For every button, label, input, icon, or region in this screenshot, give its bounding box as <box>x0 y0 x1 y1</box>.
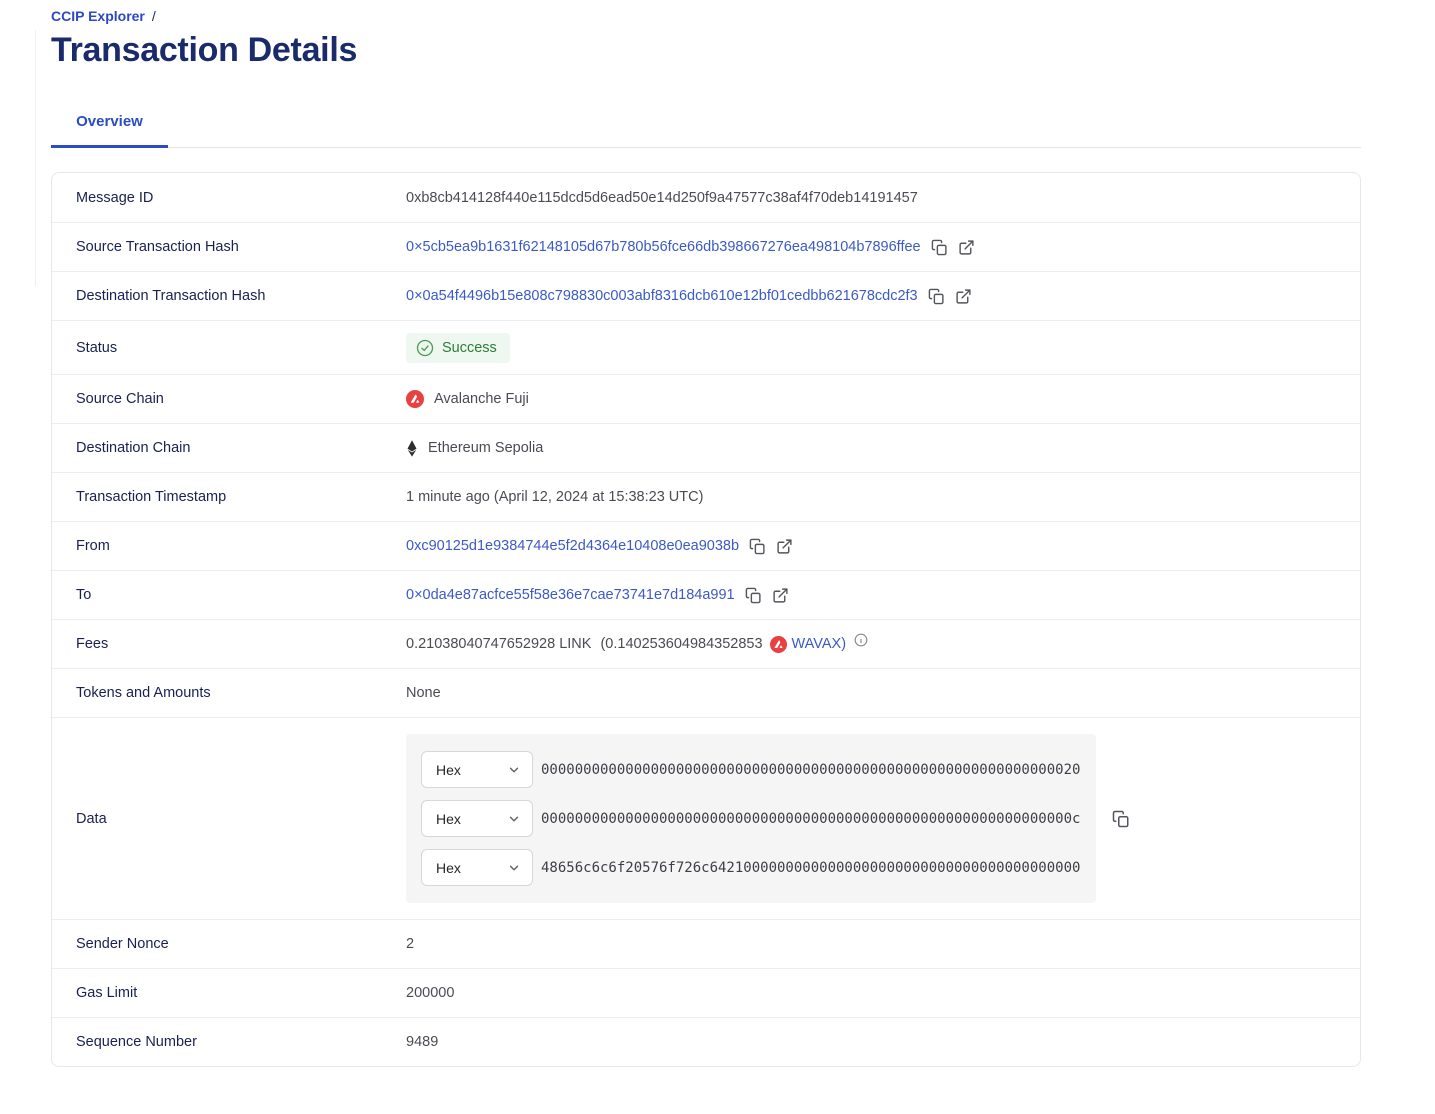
data-hex-line: Hex 48656c6c6f20576f726c6421000000000000… <box>421 849 1081 886</box>
row-sequence-number: Sequence Number 9489 <box>52 1017 1360 1066</box>
message-id-label: Message ID <box>76 190 406 206</box>
check-circle-icon <box>416 339 434 357</box>
fees-converted-amount: (0.140253604984352853 <box>600 636 762 652</box>
breadcrumb-link-ccip-explorer[interactable]: CCIP Explorer <box>51 8 145 24</box>
hex-format-select[interactable]: Hex <box>421 849 533 886</box>
data-hex-panel: Hex 000000000000000000000000000000000000… <box>406 734 1096 903</box>
row-from: From 0xc90125d1e9384744e5f2d4364e10408e0… <box>52 521 1360 570</box>
tab-overview-label: Overview <box>76 113 143 130</box>
external-link-icon <box>958 239 975 256</box>
status-badge-text: Success <box>442 340 497 356</box>
hex-format-selected-value: Hex <box>436 860 461 876</box>
breadcrumb-separator: / <box>152 8 156 24</box>
row-gas-limit: Gas Limit 200000 <box>52 968 1360 1017</box>
row-source-tx-hash: Source Transaction Hash 0×5cb5ea9b1631f6… <box>52 222 1360 271</box>
fees-amount: 0.21038040747652928 LINK <box>406 636 591 652</box>
open-source-tx-hash-button[interactable] <box>958 239 975 256</box>
sequence-number-value: 9489 <box>406 1034 438 1050</box>
row-status: Status Success <box>52 320 1360 374</box>
open-dest-tx-hash-button[interactable] <box>955 288 972 305</box>
source-tx-hash-link[interactable]: 0×5cb5ea9b1631f62148105d67b780b56fce66db… <box>406 239 921 255</box>
breadcrumb: CCIP Explorer / <box>51 8 1361 24</box>
copy-source-tx-hash-button[interactable] <box>931 239 948 256</box>
tokens-and-amounts-value: None <box>406 685 441 701</box>
hex-data-text: 0000000000000000000000000000000000000000… <box>541 762 1080 778</box>
source-chain-value: Avalanche Fuji <box>406 390 529 408</box>
dest-chain-value: Ethereum Sepolia <box>406 439 543 458</box>
transaction-details-card: Message ID 0xb8cb414128f440e115dcd5d6ead… <box>51 172 1361 1067</box>
row-dest-chain: Destination Chain Ethereum Sepolia <box>52 423 1360 472</box>
open-from-address-button[interactable] <box>776 538 793 555</box>
chevron-down-icon <box>507 861 521 875</box>
chevron-down-icon <box>507 812 521 826</box>
page-edge-artifact <box>35 30 36 286</box>
row-message-id: Message ID 0xb8cb414128f440e115dcd5d6ead… <box>52 173 1360 222</box>
row-dest-tx-hash: Destination Transaction Hash 0×0a54f4496… <box>52 271 1360 320</box>
row-fees: Fees 0.21038040747652928 LINK (0.1402536… <box>52 619 1360 668</box>
from-address-link[interactable]: 0xc90125d1e9384744e5f2d4364e10408e0ea903… <box>406 538 739 554</box>
row-timestamp: Transaction Timestamp 1 minute ago (Apri… <box>52 472 1360 521</box>
transaction-details-page: CCIP Explorer / Transaction Details Over… <box>51 8 1361 1067</box>
sequence-number-label: Sequence Number <box>76 1034 406 1050</box>
info-icon <box>854 633 868 647</box>
source-chain-name: Avalanche Fuji <box>434 391 529 407</box>
copy-to-address-button[interactable] <box>745 587 762 604</box>
tab-bar: Overview <box>51 113 1361 148</box>
status-label: Status <box>76 340 406 356</box>
hex-data-text: 0000000000000000000000000000000000000000… <box>541 811 1080 827</box>
hex-format-selected-value: Hex <box>436 762 461 778</box>
tokens-and-amounts-label: Tokens and Amounts <box>76 685 406 701</box>
data-label: Data <box>76 811 406 827</box>
timestamp-label: Transaction Timestamp <box>76 489 406 505</box>
external-link-icon <box>955 288 972 305</box>
dest-chain-name: Ethereum Sepolia <box>428 440 543 456</box>
external-link-icon <box>776 538 793 555</box>
dest-tx-hash-link[interactable]: 0×0a54f4496b15e808c798830c003abf8316dcb6… <box>406 288 918 304</box>
ethereum-logo-icon <box>406 439 418 458</box>
sender-nonce-value: 2 <box>406 936 414 952</box>
page-title: Transaction Details <box>51 31 1361 70</box>
row-data: Data Hex 0000000000000000000000000000000… <box>52 717 1360 919</box>
avalanche-logo-icon <box>406 390 424 408</box>
fees-label: Fees <box>76 636 406 652</box>
hex-format-select[interactable]: Hex <box>421 800 533 837</box>
external-link-icon <box>772 587 789 604</box>
copy-icon <box>931 239 948 256</box>
message-id-value: 0xb8cb414128f440e115dcd5d6ead50e14d250f9… <box>406 190 918 206</box>
hex-data-text: 48656c6c6f20576f726c64210000000000000000… <box>541 860 1080 876</box>
gas-limit-label: Gas Limit <box>76 985 406 1001</box>
hex-format-selected-value: Hex <box>436 811 461 827</box>
from-label: From <box>76 538 406 554</box>
data-hex-line: Hex 000000000000000000000000000000000000… <box>421 751 1081 788</box>
sender-nonce-label: Sender Nonce <box>76 936 406 952</box>
gas-limit-value: 200000 <box>406 985 454 1001</box>
data-hex-line: Hex 000000000000000000000000000000000000… <box>421 800 1081 837</box>
row-sender-nonce: Sender Nonce 2 <box>52 919 1360 968</box>
dest-tx-hash-label: Destination Transaction Hash <box>76 288 406 304</box>
source-tx-hash-label: Source Transaction Hash <box>76 239 406 255</box>
row-tokens-and-amounts: Tokens and Amounts None <box>52 668 1360 717</box>
row-to: To 0×0da4e87acfce55f58e36e7cae73741e7d18… <box>52 570 1360 619</box>
copy-icon <box>749 538 766 555</box>
to-label: To <box>76 587 406 603</box>
open-to-address-button[interactable] <box>772 587 789 604</box>
copy-icon <box>928 288 945 305</box>
row-source-chain: Source Chain Avalanche Fuji <box>52 374 1360 423</box>
source-chain-label: Source Chain <box>76 391 406 407</box>
fees-info-button[interactable] <box>854 633 868 647</box>
copy-icon <box>745 587 762 604</box>
copy-dest-tx-hash-button[interactable] <box>928 288 945 305</box>
to-address-link[interactable]: 0×0da4e87acfce55f58e36e7cae73741e7d184a9… <box>406 587 735 603</box>
copy-data-button[interactable] <box>1112 810 1130 828</box>
timestamp-value: 1 minute ago (April 12, 2024 at 15:38:23… <box>406 489 703 505</box>
status-badge: Success <box>406 333 510 363</box>
copy-from-address-button[interactable] <box>749 538 766 555</box>
avalanche-logo-icon <box>770 636 787 653</box>
tab-overview[interactable]: Overview <box>51 113 168 147</box>
fees-token-link[interactable]: WAVAX) <box>792 636 847 652</box>
hex-format-select[interactable]: Hex <box>421 751 533 788</box>
dest-chain-label: Destination Chain <box>76 440 406 456</box>
chevron-down-icon <box>507 763 521 777</box>
copy-icon <box>1112 810 1130 828</box>
